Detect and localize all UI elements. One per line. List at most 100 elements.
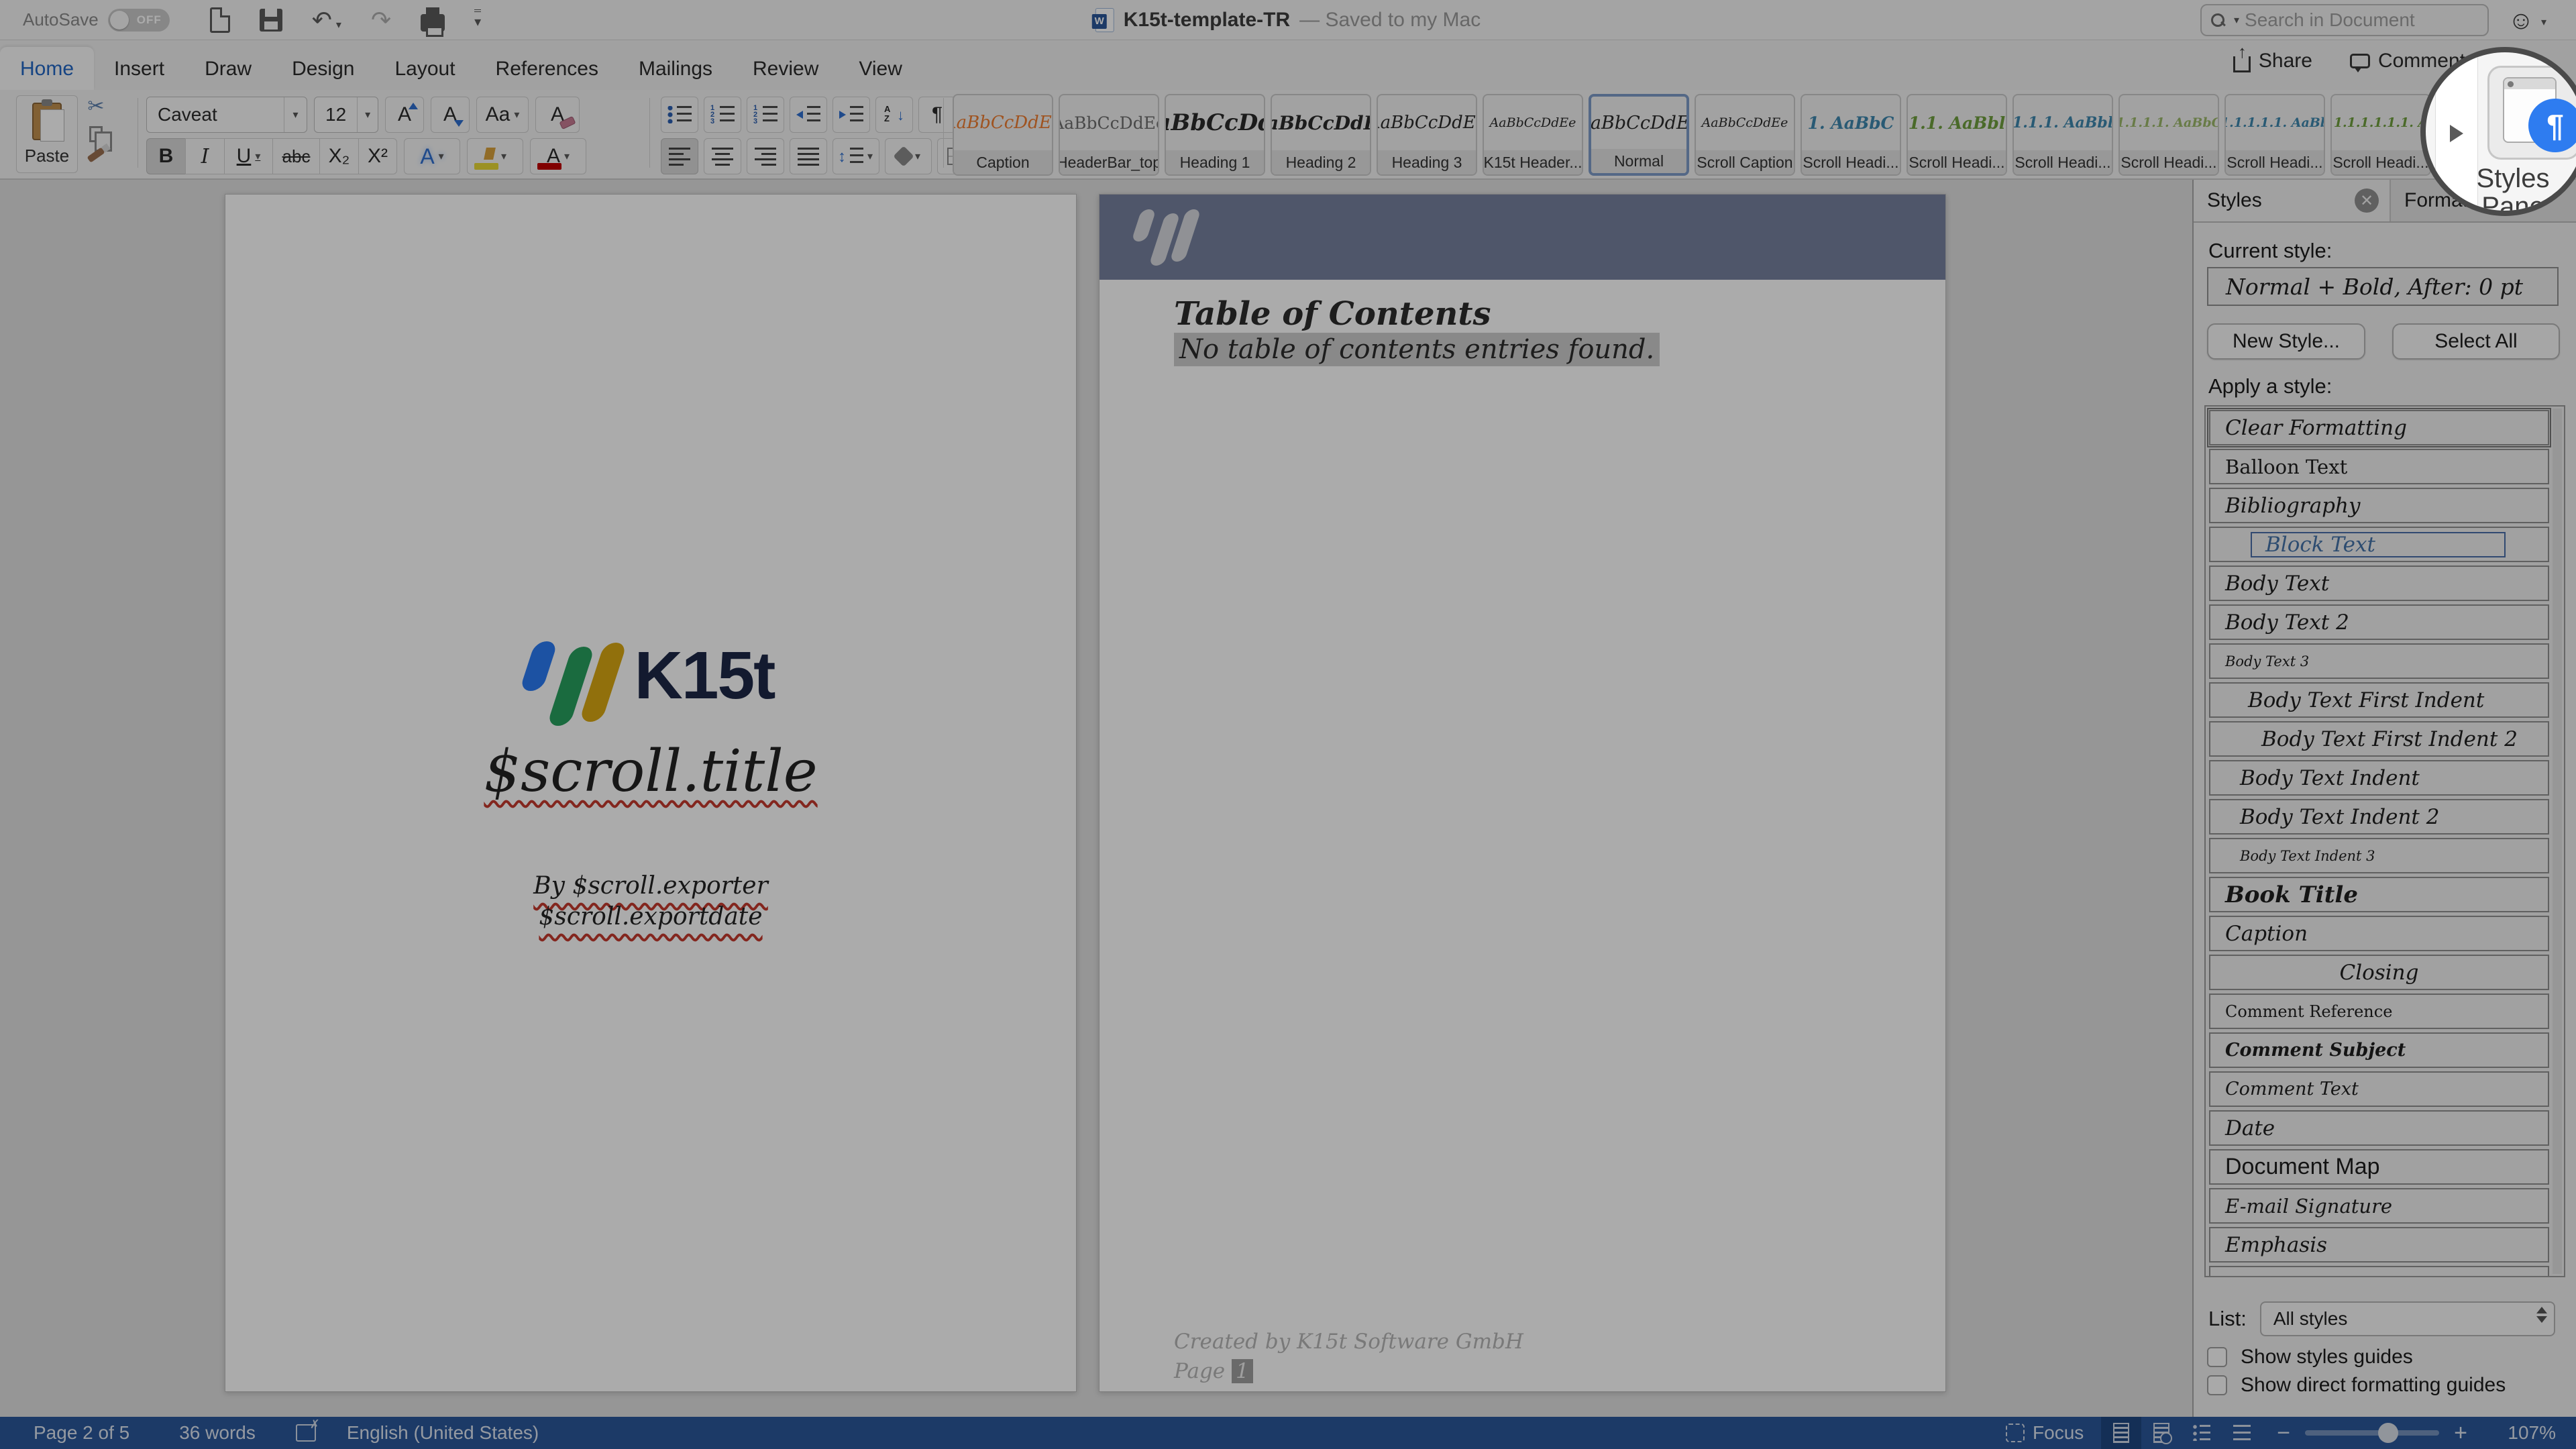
- clear-formatting-button[interactable]: A: [535, 97, 580, 133]
- text-effects-button[interactable]: A ▾: [404, 138, 460, 174]
- font-name-combo[interactable]: Caveat ▾: [146, 97, 307, 133]
- copy-icon[interactable]: [89, 126, 103, 142]
- gallery-style-heading1[interactable]: AaBbCcDdE Heading 1: [1165, 94, 1265, 176]
- justify-button[interactable]: [790, 138, 827, 174]
- style-item-block-text[interactable]: Block Text: [2209, 527, 2549, 562]
- zoom-slider-thumb[interactable]: [2378, 1423, 2398, 1443]
- gallery-style-scroll-heading2[interactable]: 1.1. AaBbl Scroll Headi...: [1907, 94, 2007, 176]
- document-page-1[interactable]: K15t $scroll.title By $scroll.exporter $…: [225, 194, 1077, 1392]
- style-item-body-text-indent[interactable]: Body Text Indent: [2209, 760, 2549, 796]
- tab-layout[interactable]: Layout: [374, 47, 475, 90]
- style-item-body-text-indent-2[interactable]: Body Text Indent 2: [2209, 799, 2549, 835]
- tab-design[interactable]: Design: [272, 47, 374, 90]
- style-list-scrollbar[interactable]: [2553, 409, 2562, 1274]
- show-direct-formatting-checkbox[interactable]: [2207, 1375, 2227, 1395]
- language-indicator[interactable]: English (United States): [347, 1422, 539, 1444]
- style-item-comment-subject[interactable]: Comment Subject: [2209, 1032, 2549, 1068]
- proofing-status-icon[interactable]: [296, 1424, 316, 1442]
- new-style-button[interactable]: New Style...: [2207, 323, 2365, 360]
- style-item-closing[interactable]: Closing: [2209, 955, 2549, 990]
- print-layout-view-button[interactable]: [2101, 1417, 2141, 1449]
- tab-review[interactable]: Review: [733, 47, 839, 90]
- multilevel-list-button[interactable]: [747, 97, 784, 133]
- italic-button[interactable]: I: [185, 138, 224, 174]
- style-item-body-text-first-indent[interactable]: Body Text First Indent: [2209, 682, 2549, 718]
- document-page-2[interactable]: Table of Contents No table of contents e…: [1099, 194, 1946, 1392]
- style-item-body-text-2[interactable]: Body Text 2: [2209, 604, 2549, 640]
- subscript-button[interactable]: X₂: [319, 138, 358, 174]
- page-indicator[interactable]: Page 2 of 5: [34, 1422, 129, 1444]
- gallery-style-heading3[interactable]: AaBbCcDdEe Heading 3: [1377, 94, 1477, 176]
- strikethrough-button[interactable]: abc: [272, 138, 319, 174]
- align-right-button[interactable]: [747, 138, 784, 174]
- align-center-button[interactable]: [704, 138, 741, 174]
- pane-tab-styles[interactable]: Styles ✕: [2194, 180, 2390, 221]
- search-box[interactable]: ▾: [2200, 4, 2489, 36]
- cut-icon[interactable]: ✂: [87, 97, 104, 117]
- outline-view-button[interactable]: [2182, 1417, 2222, 1449]
- style-item-comment-reference[interactable]: Comment Reference: [2209, 994, 2549, 1029]
- highlight-button[interactable]: ▾: [467, 138, 523, 174]
- style-item-partial[interactable]: [2209, 1266, 2549, 1277]
- style-item-email-signature[interactable]: E-mail Signature: [2209, 1188, 2549, 1224]
- grow-font-button[interactable]: A: [385, 97, 424, 133]
- gallery-style-heading2[interactable]: AaBbCcDdEe Heading 2: [1271, 94, 1371, 176]
- zoom-out-button[interactable]: −: [2277, 1420, 2290, 1446]
- style-item-document-map[interactable]: Document Map: [2209, 1149, 2549, 1185]
- autosave-toggle[interactable]: OFF: [108, 9, 170, 32]
- gallery-style-scroll-heading5[interactable]: 1.1.1.1.1. AaBb Scroll Headi...: [2224, 94, 2325, 176]
- feedback-smiley-icon[interactable]: ☺ ▾: [2508, 7, 2546, 36]
- superscript-button[interactable]: X²: [358, 138, 397, 174]
- tab-insert[interactable]: Insert: [94, 47, 184, 90]
- print-icon[interactable]: [421, 14, 445, 32]
- show-styles-guides-checkbox[interactable]: [2207, 1347, 2227, 1367]
- gallery-style-headerbar-top[interactable]: AaBbCcDdEe HeaderBar_top: [1059, 94, 1159, 176]
- change-case-button[interactable]: Aa ▾: [476, 97, 529, 133]
- list-filter-dropdown[interactable]: All styles: [2260, 1301, 2555, 1336]
- numbering-button[interactable]: [704, 97, 741, 133]
- share-button[interactable]: Share: [2233, 50, 2312, 72]
- tab-references[interactable]: References: [476, 47, 619, 90]
- style-item-balloon-text[interactable]: Balloon Text: [2209, 449, 2549, 484]
- new-document-icon[interactable]: [210, 7, 230, 33]
- gallery-style-scroll-caption[interactable]: AaBbCcDdEe Scroll Caption: [1695, 94, 1795, 176]
- draft-view-button[interactable]: [2222, 1417, 2262, 1449]
- style-item-body-text-3[interactable]: Body Text 3: [2209, 643, 2549, 679]
- font-size-combo[interactable]: 12 ▾: [314, 97, 378, 133]
- style-item-book-title[interactable]: Book Title: [2209, 877, 2549, 912]
- tab-draw[interactable]: Draw: [184, 47, 272, 90]
- gallery-style-scroll-heading6[interactable]: 1.1.1.1.1.1. A Scroll Headi...: [2330, 94, 2431, 176]
- tab-view[interactable]: View: [839, 47, 922, 90]
- style-item-bibliography[interactable]: Bibliography: [2209, 488, 2549, 523]
- search-input[interactable]: [2245, 9, 2466, 31]
- bold-button[interactable]: B: [146, 138, 185, 174]
- line-spacing-button[interactable]: ▾: [833, 138, 879, 174]
- gallery-style-scroll-heading4[interactable]: 1.1.1.1. AaBbC Scroll Headi...: [2118, 94, 2219, 176]
- style-item-caption[interactable]: Caption: [2209, 916, 2549, 951]
- shrink-font-button[interactable]: A: [431, 97, 470, 133]
- focus-button[interactable]: Focus: [2033, 1422, 2084, 1444]
- style-item-body-text-first-indent-2[interactable]: Body Text First Indent 2: [2209, 721, 2549, 757]
- save-icon[interactable]: [260, 9, 282, 32]
- web-layout-view-button[interactable]: [2141, 1417, 2182, 1449]
- underline-button[interactable]: U▾: [224, 138, 272, 174]
- gallery-style-caption[interactable]: AaBbCcDdEe Caption: [953, 94, 1053, 176]
- style-item-comment-text[interactable]: Comment Text: [2209, 1071, 2549, 1107]
- gallery-style-scroll-heading3[interactable]: 1.1.1. AaBbl Scroll Headi...: [2012, 94, 2113, 176]
- gallery-style-k15t-header[interactable]: AaBbCcDdEe K15t Header...: [1483, 94, 1583, 176]
- show-marks-button[interactable]: ¶: [918, 97, 956, 133]
- style-item-clear-formatting[interactable]: Clear Formatting: [2209, 410, 2549, 445]
- paste-button[interactable]: Paste: [16, 95, 78, 173]
- zoom-percentage[interactable]: 107%: [2482, 1422, 2556, 1444]
- style-item-body-text-indent-3[interactable]: Body Text Indent 3: [2209, 838, 2549, 873]
- tab-home[interactable]: Home: [0, 47, 94, 90]
- align-left-button[interactable]: [661, 138, 698, 174]
- undo-button[interactable]: ↶▾: [312, 8, 341, 32]
- shading-button[interactable]: ▾: [885, 138, 932, 174]
- gallery-style-normal[interactable]: AaBbCcDdEe Normal: [1589, 94, 1689, 176]
- style-item-emphasis[interactable]: Emphasis: [2209, 1227, 2549, 1263]
- style-item-date[interactable]: Date: [2209, 1110, 2549, 1146]
- font-color-button[interactable]: A ▾: [530, 138, 586, 174]
- tab-mailings[interactable]: Mailings: [619, 47, 733, 90]
- select-all-button[interactable]: Select All: [2392, 323, 2560, 360]
